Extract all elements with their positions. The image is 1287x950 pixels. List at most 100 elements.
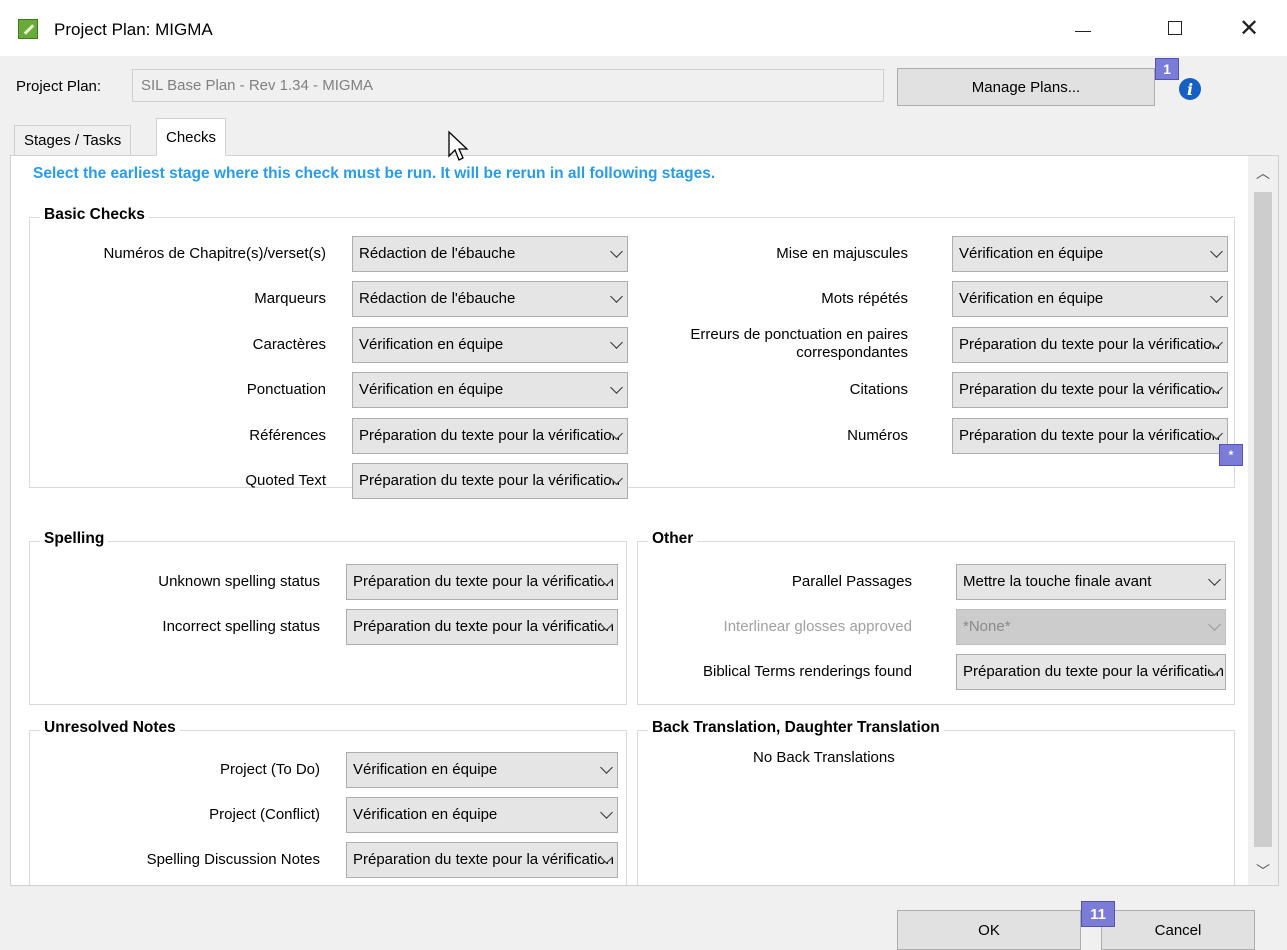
scroll-thumb[interactable]: [1254, 192, 1272, 847]
maximize-icon: [1168, 21, 1182, 35]
tab-stages-tasks[interactable]: Stages / Tasks: [14, 125, 132, 155]
project-plan-field: SIL Base Plan - Rev 1.34 - MIGMA: [132, 69, 884, 102]
project-plan-label: Project Plan:: [16, 78, 102, 95]
group-title: Spelling: [40, 530, 109, 548]
stage-dropdown[interactable]: Préparation du texte pour la vérificatio…: [346, 842, 618, 878]
stage-dropdown[interactable]: Préparation du texte pour la vérificatio…: [952, 372, 1228, 408]
scroll-down-icon[interactable]: ﹀: [1248, 856, 1278, 885]
close-icon: ✕: [1238, 14, 1260, 42]
stage-dropdown[interactable]: Préparation du texte pour la vérificatio…: [346, 609, 618, 645]
stage-dropdown[interactable]: Vérification en équipe: [352, 327, 628, 363]
check-label: Biblical Terms renderings found: [703, 663, 912, 680]
stage-dropdown[interactable]: Rédaction de l'ébauche: [352, 281, 628, 317]
spelling-group: Spelling Unknown spelling status Prépara…: [29, 530, 627, 705]
check-label: Project (To Do): [219, 761, 320, 778]
chevron-down-icon: [610, 336, 623, 349]
chevron-down-icon: [1210, 290, 1223, 303]
stage-dropdown[interactable]: Mettre la touche finale avant: [956, 564, 1226, 600]
stage-dropdown[interactable]: Vérification en équipe: [346, 797, 618, 833]
dropdown-value: Préparation du texte pour la vérificatio…: [353, 573, 614, 590]
stage-dropdown[interactable]: Préparation du texte pour la vérificatio…: [346, 564, 618, 600]
dropdown-value: Mettre la touche finale avant: [963, 573, 1152, 590]
dropdown-value: Rédaction de l'ébauche: [359, 245, 516, 262]
check-label: Spelling Discussion Notes: [146, 851, 320, 868]
check-label: Interlinear glosses approved: [723, 618, 912, 635]
check-label: Unknown spelling status: [158, 573, 320, 590]
manage-plans-button[interactable]: Manage Plans...: [897, 68, 1155, 106]
stage-dropdown[interactable]: Vérification en équipe: [952, 281, 1228, 317]
check-label: Mots répétés: [821, 290, 908, 307]
shortcut-badge: *: [1219, 444, 1243, 466]
vertical-scrollbar[interactable]: ︿ ﹀: [1248, 156, 1278, 885]
check-label: Incorrect spelling status: [162, 618, 320, 635]
chevron-down-icon: [1208, 618, 1221, 631]
dropdown-value: *None*: [963, 618, 1011, 635]
dropdown-value: Préparation du texte pour la vérificatio…: [353, 618, 614, 635]
stage-dropdown[interactable]: Préparation du texte pour la vérificatio…: [956, 654, 1226, 690]
dropdown-value: Préparation du texte pour la vérificatio…: [359, 427, 620, 444]
check-label: Mise en majuscules: [776, 245, 908, 262]
dropdown-value: Vérification en équipe: [959, 245, 1104, 262]
check-label: Marqueurs: [254, 290, 326, 307]
app-icon: [18, 19, 38, 39]
back-translation-group: Back Translation, Daughter Translation N…: [637, 719, 1235, 885]
tab-checks[interactable]: Checks: [156, 118, 227, 156]
checks-panel: Select the earliest stage where this che…: [10, 155, 1279, 886]
group-title: Other: [648, 530, 698, 548]
dropdown-value: Vérification en équipe: [353, 806, 498, 823]
cancel-button[interactable]: Cancel: [1101, 910, 1255, 950]
instructions-text: Select the earliest stage where this che…: [33, 165, 716, 182]
unresolved-notes-group: Unresolved Notes Project (To Do) Vérific…: [29, 719, 627, 885]
stage-dropdown[interactable]: Préparation du texte pour la vérificatio…: [952, 327, 1228, 363]
info-icon[interactable]: i: [1179, 78, 1201, 100]
chevron-down-icon: [600, 761, 613, 774]
check-label: Caractères: [252, 336, 326, 353]
group-title: Back Translation, Daughter Translation: [648, 719, 944, 737]
minimize-button[interactable]: [1060, 0, 1106, 56]
stage-dropdown[interactable]: Préparation du texte pour la vérificatio…: [952, 418, 1228, 454]
chevron-down-icon: [610, 381, 623, 394]
check-label: Erreurs de ponctuation en paires corresp…: [690, 326, 908, 361]
dropdown-value: Préparation du texte pour la vérificatio…: [959, 336, 1220, 353]
stage-dropdown[interactable]: Vérification en équipe: [346, 752, 618, 788]
chevron-down-icon: [610, 245, 623, 258]
dropdown-value: Préparation du texte pour la vérificatio…: [959, 427, 1220, 444]
window-title: Project Plan: MIGMA: [54, 20, 213, 39]
dropdown-value: Vérification en équipe: [353, 761, 498, 778]
basic-checks-group: Basic Checks Numéros de Chapitre(s)/vers…: [29, 206, 1235, 499]
maximize-button[interactable]: [1152, 0, 1198, 56]
close-button[interactable]: ✕: [1226, 0, 1272, 56]
no-back-translations-text: No Back Translations: [753, 749, 895, 766]
shortcut-badge: 11: [1081, 901, 1115, 927]
chevron-down-icon: [1210, 245, 1223, 258]
check-label: Project (Conflict): [209, 806, 320, 823]
chevron-down-icon: [1208, 573, 1221, 586]
chevron-down-icon: [600, 806, 613, 819]
other-group: Other Parallel Passages Mettre la touche…: [637, 530, 1235, 705]
dropdown-value: Préparation du texte pour la vérificatio…: [359, 472, 620, 489]
check-label: Parallel Passages: [791, 573, 912, 590]
stage-dropdown[interactable]: Préparation du texte pour la vérificatio…: [352, 463, 628, 499]
check-label: Références: [249, 427, 326, 444]
stage-dropdown[interactable]: Préparation du texte pour la vérificatio…: [352, 418, 628, 454]
check-label: Numéros: [847, 427, 908, 444]
check-label: Ponctuation: [246, 381, 326, 398]
stage-dropdown[interactable]: Rédaction de l'ébauche: [352, 236, 628, 272]
dropdown-value: Vérification en équipe: [359, 336, 504, 353]
ok-button[interactable]: OK: [897, 910, 1081, 950]
minimize-icon: [1075, 30, 1091, 32]
scroll-up-icon[interactable]: ︿: [1248, 158, 1278, 188]
group-title: Basic Checks: [40, 206, 149, 224]
shortcut-badge: 1: [1155, 58, 1179, 80]
mouse-cursor-icon: [448, 130, 469, 161]
dropdown-value: Vérification en équipe: [959, 290, 1104, 307]
check-label: Quoted Text: [245, 472, 326, 489]
dropdown-value: Vérification en équipe: [359, 381, 504, 398]
stage-dropdown[interactable]: Vérification en équipe: [352, 372, 628, 408]
chevron-down-icon: [610, 290, 623, 303]
title-bar: Project Plan: MIGMA ✕: [0, 0, 1287, 56]
stage-dropdown: *None*: [956, 609, 1226, 645]
check-label: Citations: [849, 381, 908, 398]
dropdown-value: Préparation du texte pour la vérificatio…: [959, 381, 1220, 398]
stage-dropdown[interactable]: Vérification en équipe: [952, 236, 1228, 272]
